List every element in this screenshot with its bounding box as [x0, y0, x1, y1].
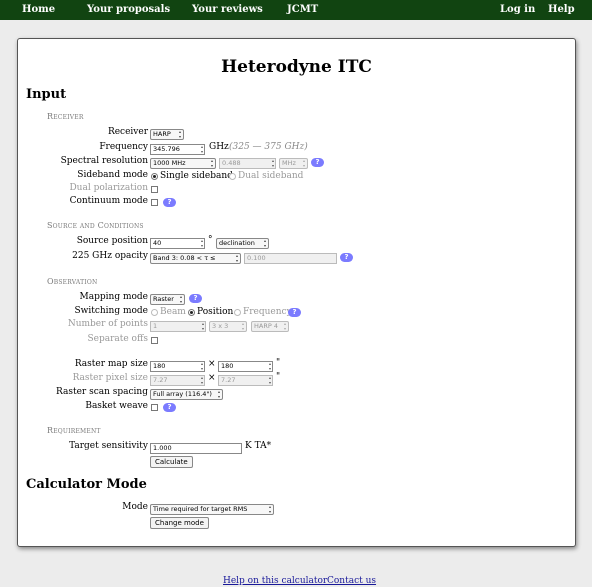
mapping-mode-select[interactable]: Raster: [150, 294, 185, 305]
help-icon[interactable]: ?: [163, 198, 176, 207]
nav-proposals[interactable]: Your proposals: [87, 4, 170, 15]
nav-home[interactable]: Home: [22, 4, 55, 15]
continuum-label: Continuum mode: [69, 196, 148, 206]
help-calculator-link[interactable]: Help on this calculator: [223, 576, 327, 586]
sideband-dual-label: Dual sideband: [238, 171, 304, 181]
separate-offs-checkbox: [151, 337, 158, 344]
footer: Help on this calculator: [223, 568, 327, 587]
switching-frequency-label: Frequency: [243, 307, 292, 317]
frequency-input[interactable]: 345.796: [150, 144, 205, 155]
switching-beam-radio: [151, 309, 158, 316]
raster-scan-spacing-select[interactable]: Full array (116.4"): [150, 389, 223, 400]
nav-help[interactable]: Help: [548, 4, 575, 15]
times-symbol: ×: [208, 359, 216, 369]
section-receiver: Receiver: [47, 112, 84, 121]
basket-weave-checkbox[interactable]: [151, 404, 158, 411]
spectral-resolution-select[interactable]: 1000 MHz mode: [150, 158, 216, 169]
switching-position-label: Position: [197, 307, 234, 317]
footer-contact: Contact us: [327, 568, 376, 587]
target-sensitivity-label: Target sensitivity: [69, 441, 148, 451]
spectral-resolution-value: 0.488: [219, 158, 276, 169]
degree-symbol: °: [208, 235, 213, 245]
frequency-unit: GHz: [209, 142, 229, 152]
top-nav: Home Your proposals Your reviews JCMT Lo…: [0, 0, 592, 20]
target-sensitivity-input[interactable]: 1.000: [150, 443, 242, 454]
points-harp-select: HARP 4: [251, 321, 289, 332]
spectral-resolution-unit-select: MHz: [279, 158, 308, 169]
raster-map-size-label: Raster map size: [74, 359, 148, 369]
opacity-label: 225 GHz opacity: [72, 251, 148, 261]
number-of-points-input: 1: [150, 321, 206, 332]
spectral-resolution-label: Spectral resolution: [60, 156, 148, 166]
points-grid-select: 3 x 3: [209, 321, 247, 332]
nav-reviews[interactable]: Your reviews: [192, 4, 263, 15]
contact-link[interactable]: Contact us: [327, 576, 376, 586]
switching-frequency-radio: [234, 309, 241, 316]
section-observation: Observation: [47, 277, 98, 286]
mode-select[interactable]: Time required for target RMS: [150, 504, 274, 515]
separate-offs-label: Separate offs: [87, 334, 148, 344]
help-icon[interactable]: ?: [163, 403, 176, 412]
raster-scan-spacing-label: Raster scan spacing: [56, 387, 148, 397]
sideband-single-label: Single sideband: [160, 171, 233, 181]
arcsec-symbol: ": [276, 358, 281, 368]
raster-width-input[interactable]: 180: [150, 361, 205, 372]
switching-position-radio[interactable]: [188, 309, 195, 316]
basket-weave-label: Basket weave: [85, 401, 148, 411]
position-type-select[interactable]: declination: [216, 238, 269, 249]
nav-jcmt[interactable]: JCMT: [287, 4, 318, 15]
dual-polarization-label: Dual polarization: [69, 183, 148, 193]
receiver-select[interactable]: HARP: [150, 129, 184, 140]
calculator-card: Heterodyne ITC Input Receiver Receiver H…: [17, 38, 576, 547]
help-icon[interactable]: ?: [189, 294, 202, 303]
receiver-label: Receiver: [107, 127, 148, 137]
input-heading: Input: [26, 87, 67, 102]
calculate-button[interactable]: Calculate: [150, 456, 193, 468]
opacity-select[interactable]: Band 3: 0.08 < τ ≤ 0.12: [150, 253, 241, 264]
switching-beam-label: Beam: [160, 307, 186, 317]
dual-polarization-checkbox: [151, 186, 158, 193]
mode-label: Mode: [122, 502, 148, 512]
frequency-range-hint: (325 — 375 GHz): [229, 142, 308, 152]
number-of-points-label: Number of points: [67, 319, 148, 329]
source-position-input[interactable]: 40: [150, 238, 205, 249]
raster-height-input[interactable]: 180: [218, 361, 273, 372]
help-icon[interactable]: ?: [311, 158, 324, 167]
pixel-width-input: 7.27: [150, 375, 205, 386]
times-symbol: ×: [208, 373, 216, 383]
calculator-mode-heading: Calculator Mode: [26, 477, 147, 492]
target-sensitivity-unit: K TA*: [245, 441, 272, 451]
section-source: Source and Conditions: [47, 221, 144, 230]
sideband-dual-radio: [229, 173, 236, 180]
arcsec-symbol: ": [276, 372, 281, 382]
sideband-single-radio[interactable]: [151, 173, 158, 180]
mapping-mode-label: Mapping mode: [79, 292, 148, 302]
change-mode-button[interactable]: Change mode: [150, 517, 209, 529]
sideband-label: Sideband mode: [77, 170, 148, 180]
pixel-height-input: 7.27: [218, 375, 273, 386]
help-icon[interactable]: ?: [340, 253, 353, 262]
source-position-label: Source position: [76, 236, 148, 246]
help-icon[interactable]: ?: [288, 308, 301, 317]
opacity-value: 0.100: [244, 253, 337, 264]
frequency-label: Frequency: [99, 142, 148, 152]
nav-login[interactable]: Log in: [500, 4, 535, 15]
raster-pixel-size-label: Raster pixel size: [72, 373, 148, 383]
section-requirement: Requirement: [47, 426, 101, 435]
continuum-checkbox[interactable]: [151, 199, 158, 206]
switching-mode-label: Switching mode: [74, 306, 148, 316]
page-title: Heterodyne ITC: [221, 57, 372, 77]
